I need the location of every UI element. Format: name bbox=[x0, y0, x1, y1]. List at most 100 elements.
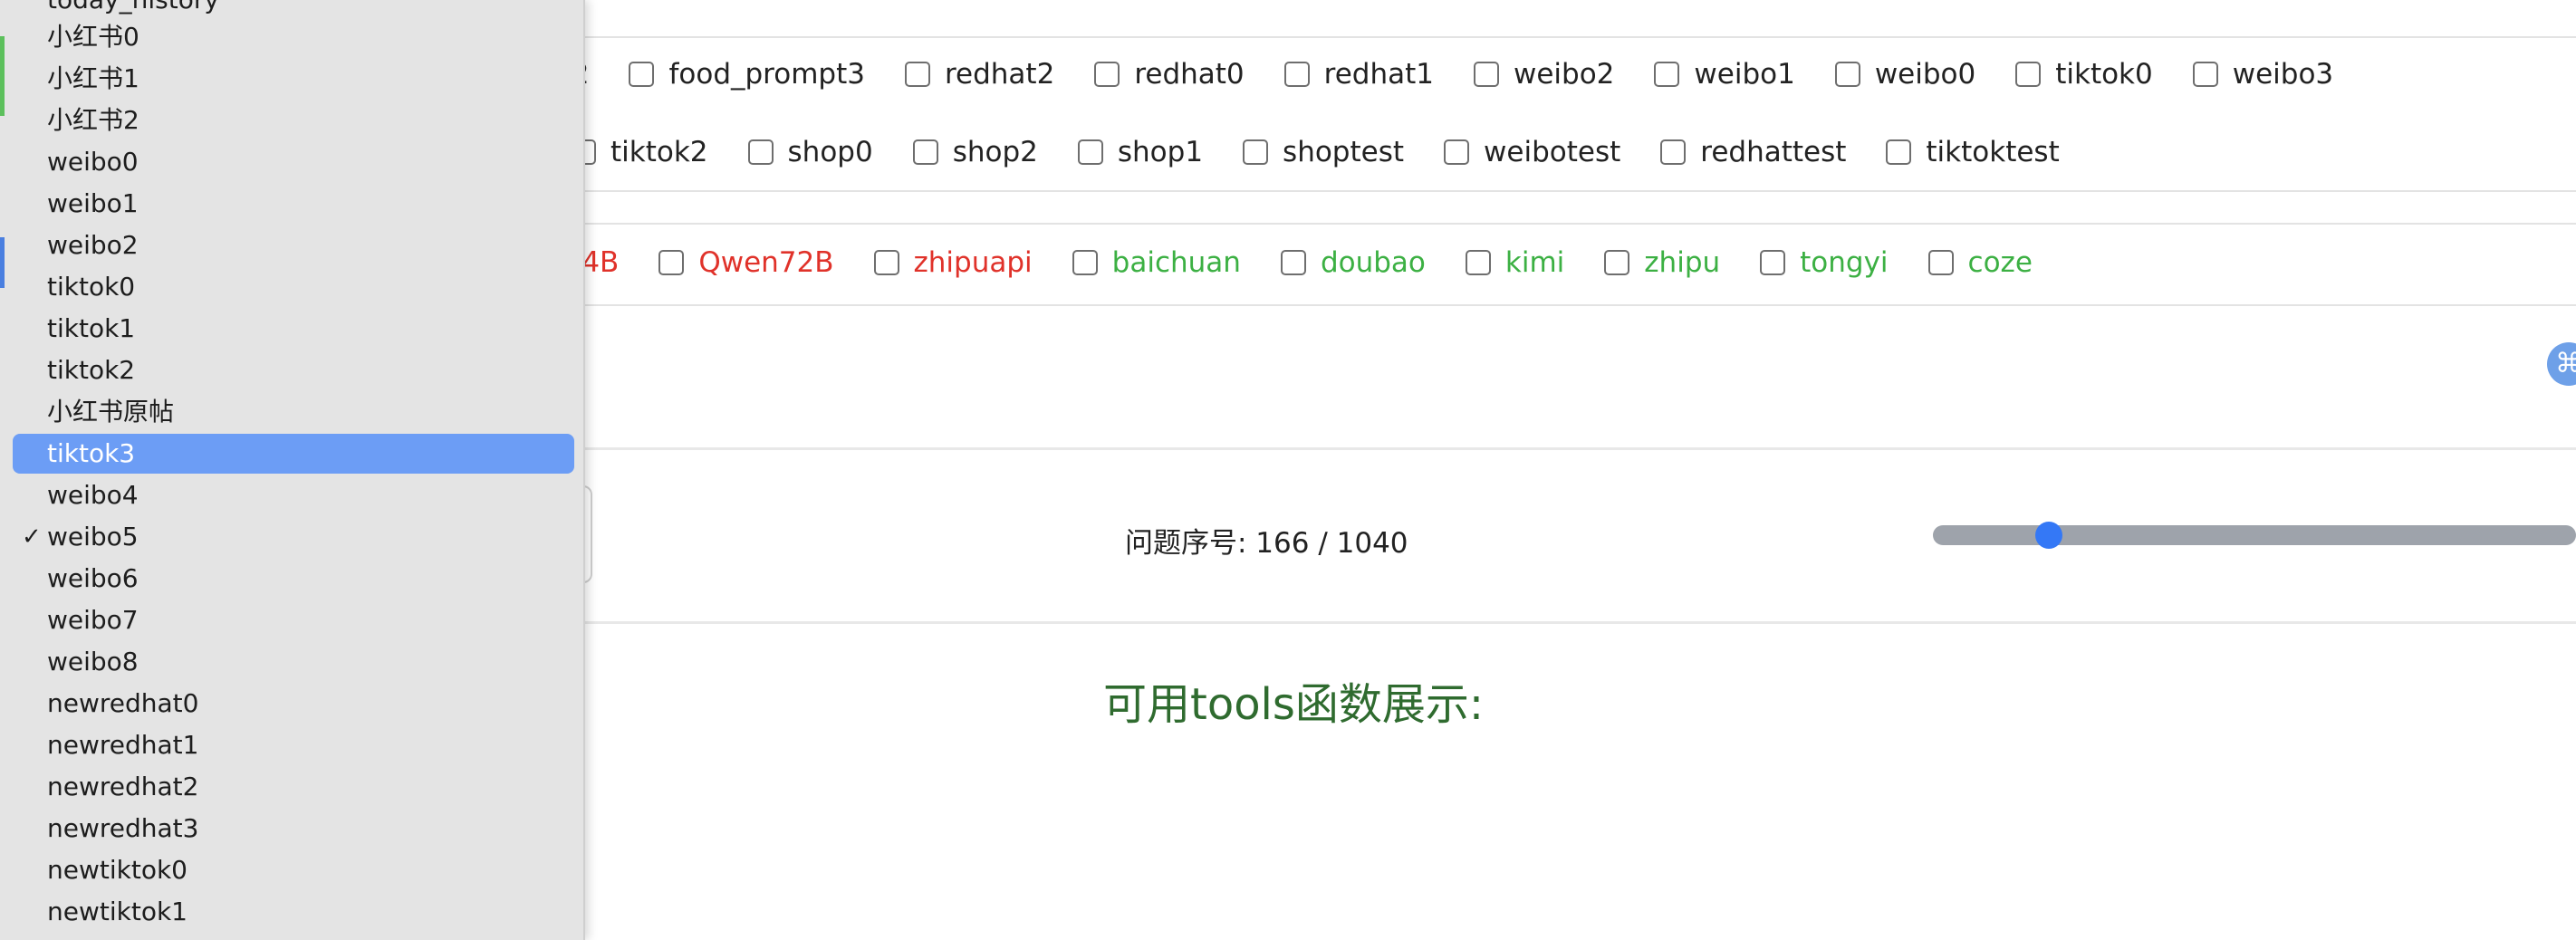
question-slider[interactable] bbox=[1933, 522, 2576, 549]
dropdown-option[interactable]: tiktok2 bbox=[13, 350, 574, 390]
checkbox-box[interactable] bbox=[1094, 62, 1120, 87]
dropdown-option[interactable]: 小红书2 bbox=[13, 101, 574, 140]
checkbox-box[interactable] bbox=[629, 62, 655, 87]
checkbox-coze[interactable]: coze bbox=[1927, 246, 2033, 279]
slider-thumb[interactable] bbox=[2035, 522, 2062, 549]
checkbox-box[interactable] bbox=[1604, 250, 1630, 275]
checkbox-food_prompt3[interactable]: food_prompt3 bbox=[629, 58, 865, 91]
checkbox-weibotest[interactable]: weibotest bbox=[1444, 136, 1620, 168]
checkbox-box[interactable] bbox=[1280, 250, 1306, 275]
checkbox-box[interactable] bbox=[1474, 62, 1499, 87]
checkbox-weibo1[interactable]: weibo1 bbox=[1654, 58, 1795, 91]
checkbox-box[interactable] bbox=[873, 250, 899, 275]
checkbox-doubao[interactable]: doubao bbox=[1280, 246, 1426, 279]
dropdown-option[interactable]: 小红书1 bbox=[13, 59, 574, 99]
checkbox-box[interactable] bbox=[1886, 139, 1912, 165]
dropdown-option-label: 小红书原帖 bbox=[47, 397, 175, 427]
checkbox-box[interactable] bbox=[2015, 62, 2042, 87]
checkbox-label: shop0 bbox=[787, 136, 873, 168]
prompt-selection-panel: prompt2food_prompt3redhat2redhat0redhat1… bbox=[469, 36, 2576, 192]
checkbox-box[interactable] bbox=[658, 250, 685, 275]
dropdown-option[interactable]: newtiktok1 bbox=[13, 892, 574, 932]
dropdown-option[interactable]: weibo7 bbox=[13, 600, 574, 640]
dropdown-option[interactable]: ✓ weibo5 bbox=[13, 517, 574, 557]
dropdown-option[interactable]: 小红书原帖 bbox=[13, 392, 574, 432]
tools-section-title: 可用tools函数展示: bbox=[1103, 679, 1485, 730]
checkbox-redhat1[interactable]: redhat1 bbox=[1283, 58, 1434, 91]
checkbox-label: baichuan bbox=[1111, 246, 1241, 279]
checkbox-redhat2[interactable]: redhat2 bbox=[904, 58, 1054, 91]
divider bbox=[489, 621, 2576, 624]
checkbox-box[interactable] bbox=[1654, 62, 1680, 87]
dropdown-option[interactable]: tiktok3 bbox=[13, 434, 574, 474]
dropdown-option-label: newredhat2 bbox=[47, 772, 199, 801]
checkbox-label: weibo0 bbox=[1874, 58, 1976, 91]
checkbox-box[interactable] bbox=[2192, 62, 2218, 87]
checkbox-box[interactable] bbox=[1072, 250, 1098, 275]
checkbox-tiktok0[interactable]: tiktok0 bbox=[2015, 58, 2153, 91]
dropdown-option[interactable]: weibo2 bbox=[13, 225, 574, 265]
checkbox-box[interactable] bbox=[1927, 250, 1954, 275]
dropdown-option[interactable]: newredhat1 bbox=[13, 725, 574, 765]
dropdown-option-label: 小红书2 bbox=[47, 105, 139, 135]
checkbox-box[interactable] bbox=[1283, 62, 1310, 87]
checkbox-label: tongyi bbox=[1800, 246, 1889, 279]
dropdown-option[interactable]: 小红书0 bbox=[13, 17, 574, 57]
checkbox-box[interactable] bbox=[1465, 250, 1491, 275]
checkbox-label: coze bbox=[1967, 246, 2033, 279]
checkbox-zhipuapi[interactable]: zhipuapi bbox=[873, 246, 1033, 279]
checkbox-box[interactable] bbox=[1760, 250, 1786, 275]
dropdown-option-label: weibo5 bbox=[47, 522, 139, 552]
checkbox-tongyi[interactable]: tongyi bbox=[1760, 246, 1889, 279]
checkbox-kimi[interactable]: kimi bbox=[1465, 246, 1565, 279]
checkbox-box[interactable] bbox=[747, 139, 774, 165]
checkbox-box[interactable] bbox=[1243, 139, 1269, 165]
dropdown-option[interactable]: tiktok0 bbox=[13, 267, 574, 307]
dropdown-option[interactable]: weibo0 bbox=[13, 142, 574, 182]
dropdown-option[interactable]: newredhat2 bbox=[13, 767, 574, 807]
dropdown-option[interactable]: weibo6 bbox=[13, 559, 574, 599]
prompt-row-2: tiktok2 shop0 shop2 shop1 shoptest weibotest r… bbox=[571, 136, 2060, 168]
checkbox-label: tiktoktest bbox=[1926, 136, 2060, 168]
checkbox-shop1[interactable]: shop1 bbox=[1077, 136, 1203, 168]
dropdown-option-label: newtiktok1 bbox=[47, 897, 187, 926]
checkbox-label: kimi bbox=[1504, 246, 1565, 279]
checkbox-box[interactable] bbox=[904, 62, 930, 87]
checkbox-tiktoktest[interactable]: tiktoktest bbox=[1886, 136, 2060, 168]
checkbox-tiktok2[interactable]: tiktok2 bbox=[571, 136, 708, 168]
checkmark-icon: ✓ bbox=[22, 523, 42, 551]
checkbox-label: shoptest bbox=[1283, 136, 1405, 168]
dropdown-option[interactable]: tiktok1 bbox=[13, 309, 574, 349]
checkbox-baichuan[interactable]: baichuan bbox=[1072, 246, 1241, 279]
dropdown-option[interactable]: newredhat3 bbox=[13, 809, 574, 849]
checkbox-zhipu[interactable]: zhipu bbox=[1604, 246, 1720, 279]
dropdown-option[interactable]: newtiktok0 bbox=[13, 850, 574, 890]
checkbox-weibo2[interactable]: weibo2 bbox=[1474, 58, 1614, 91]
checkbox-box[interactable] bbox=[912, 139, 938, 165]
dropdown-option[interactable]: weibo1 bbox=[13, 184, 574, 224]
shortcut-icon[interactable]: ⌘ bbox=[2547, 342, 2576, 386]
checkbox-box[interactable] bbox=[1834, 62, 1860, 87]
dropdown-option-label: weibo1 bbox=[47, 188, 139, 218]
dropdown-option[interactable]: weibo8 bbox=[13, 642, 574, 682]
checkbox-label: zhipuapi bbox=[913, 246, 1033, 279]
checkbox-redhattest[interactable]: redhattest bbox=[1660, 136, 1846, 168]
checkbox-box[interactable] bbox=[1444, 139, 1470, 165]
checkbox-shoptest[interactable]: shoptest bbox=[1243, 136, 1404, 168]
dataset-dropdown-menu[interactable]: today_history 小红书0小红书1小红书2weibo0weibo1we… bbox=[0, 0, 585, 940]
checkbox-label: redhat1 bbox=[1323, 58, 1434, 91]
checkbox-redhat0[interactable]: redhat0 bbox=[1094, 58, 1245, 91]
checkbox-weibo3[interactable]: weibo3 bbox=[2192, 58, 2333, 91]
edge-mark bbox=[0, 36, 5, 116]
checkbox-shop0[interactable]: shop0 bbox=[747, 136, 873, 168]
checkbox-weibo0[interactable]: weibo0 bbox=[1834, 58, 1976, 91]
dropdown-option[interactable]: newredhat0 bbox=[13, 684, 574, 724]
checkbox-box[interactable] bbox=[1660, 139, 1687, 165]
model-selection-panel: i34B Qwen72B zhipuapi baichuan doubao kimi zh… bbox=[489, 223, 2576, 306]
dropdown-option-label: tiktok0 bbox=[47, 272, 136, 302]
dropdown-option-label: newredhat1 bbox=[47, 730, 199, 760]
checkbox-qwen72b[interactable]: Qwen72B bbox=[658, 246, 834, 279]
checkbox-shop2[interactable]: shop2 bbox=[912, 136, 1038, 168]
dropdown-option[interactable]: weibo4 bbox=[13, 475, 574, 515]
checkbox-box[interactable] bbox=[1077, 139, 1103, 165]
